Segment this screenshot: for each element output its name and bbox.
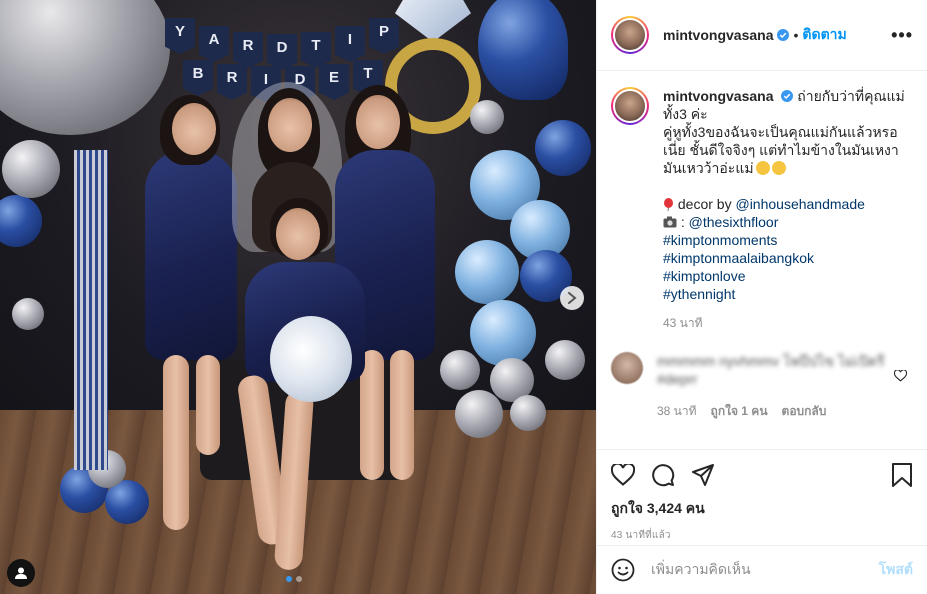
balloon bbox=[470, 300, 536, 366]
person-leg bbox=[390, 350, 414, 480]
author-avatar[interactable] bbox=[611, 16, 649, 54]
emoji-smiley-icon[interactable] bbox=[611, 558, 635, 582]
bookmark-save-icon[interactable] bbox=[891, 463, 913, 487]
comment-like-heart-icon[interactable] bbox=[894, 370, 907, 382]
action-icons bbox=[611, 460, 913, 490]
verified-badge-icon bbox=[781, 90, 794, 102]
hashtag-link[interactable]: #ythennight bbox=[663, 285, 913, 303]
post-timestamp: 43 นาทีที่แล้ว bbox=[611, 530, 671, 541]
post-photo[interactable]: Y A R D T I P B R I D E T bbox=[0, 0, 596, 594]
more-options-icon[interactable]: ••• bbox=[891, 25, 913, 46]
person-face bbox=[172, 103, 216, 155]
banner-flag: R bbox=[217, 64, 247, 100]
bouquet bbox=[270, 316, 352, 402]
balloon bbox=[510, 395, 546, 431]
person-face bbox=[268, 98, 312, 152]
banner-flag: B bbox=[183, 60, 213, 96]
tassel bbox=[74, 150, 108, 470]
comment-timestamp: 38 นาที bbox=[657, 404, 697, 418]
banner: Y A R D T I P B R I D E T bbox=[165, 4, 405, 102]
commenter-avatar[interactable] bbox=[611, 352, 643, 384]
carousel-dot bbox=[296, 576, 302, 582]
grin-emoji-icon bbox=[755, 161, 770, 175]
heart-balloon bbox=[478, 0, 568, 100]
caption-text: ทั้ง3 ค่ะ bbox=[663, 106, 708, 122]
banner-flag: D bbox=[267, 34, 297, 70]
hashtag-link[interactable]: #kimptonlove bbox=[663, 267, 913, 285]
post-comment-button[interactable]: โพสต์ bbox=[879, 559, 913, 581]
banner-flag: Y bbox=[165, 18, 195, 54]
balloon bbox=[545, 340, 585, 380]
follow-button[interactable]: ติดตาม bbox=[802, 24, 846, 46]
comments-area[interactable]: mintvongvasana ถ่ายกับว่าที่คุณแม่ ทั้ง3… bbox=[597, 71, 927, 449]
post-header: mintvongvasana • ติดตาม ••• bbox=[597, 0, 927, 71]
post-actions: ถูกใจ 3,424 คน 43 นาทีที่แล้ว bbox=[597, 449, 927, 543]
hashtag-link[interactable]: #kimptonmoments bbox=[663, 231, 913, 249]
carousel-indicator bbox=[286, 576, 302, 582]
likes-count[interactable]: ถูกใจ 3,424 คน bbox=[611, 498, 913, 520]
balloon bbox=[470, 100, 504, 134]
balloon bbox=[455, 390, 503, 438]
banner-flag: E bbox=[319, 64, 349, 100]
balloon bbox=[455, 240, 519, 304]
comment-bubble-icon[interactable] bbox=[651, 463, 675, 487]
banner-flag: P bbox=[369, 18, 399, 54]
next-photo-button[interactable] bbox=[560, 286, 584, 310]
comment-item: mmmmm nyvhmmv โพปีปไข ไม่เปิดรี #deprr 3… bbox=[611, 352, 913, 420]
post-caption: mintvongvasana ถ่ายกับว่าที่คุณแม่ ทั้ง3… bbox=[611, 87, 913, 332]
chevron-right-icon bbox=[568, 292, 577, 304]
caption-text: ถ่ายกับว่าที่คุณแม่ bbox=[797, 88, 905, 104]
decor-link[interactable]: @inhousehandmade bbox=[735, 196, 864, 212]
balloon bbox=[2, 140, 60, 198]
instagram-post-modal: Y A R D T I P B R I D E T mintvongvasana… bbox=[0, 0, 927, 594]
like-heart-icon[interactable] bbox=[611, 464, 635, 486]
tagged-users-button[interactable] bbox=[7, 559, 35, 587]
caption-username[interactable]: mintvongvasana bbox=[663, 88, 773, 104]
verified-badge-icon bbox=[777, 29, 790, 41]
add-comment-bar: เพิ่มความคิดเห็น โพสต์ bbox=[597, 545, 927, 594]
caption-timestamp: 43 นาที bbox=[663, 316, 703, 330]
caption-text: มันเหวว้าอ่ะแม่ bbox=[663, 160, 754, 176]
balloon-emoji-icon bbox=[664, 198, 673, 212]
camera-link[interactable]: @thesixthfloor bbox=[689, 214, 779, 230]
camera-emoji-icon bbox=[663, 216, 677, 228]
person-face bbox=[356, 95, 400, 149]
person-face bbox=[276, 208, 320, 260]
balloon bbox=[440, 350, 480, 390]
separator-dot: • bbox=[793, 27, 799, 43]
person-leg bbox=[163, 355, 189, 530]
comment-reply-button[interactable]: ตอบกลับ bbox=[782, 402, 827, 420]
sad-emoji-icon bbox=[771, 161, 786, 175]
banner-flag: I bbox=[335, 26, 365, 62]
comment-input[interactable]: เพิ่มความคิดเห็น bbox=[651, 559, 751, 581]
comment-text: mmmmm nyvhmmv โพปีปไข ไม่เปิดรี #deprr bbox=[657, 353, 885, 387]
caption-text: เนี่ย ชั้นดีใจจิงๆ แต่ทำไมข้างในมันเหงา bbox=[663, 142, 899, 158]
balloon bbox=[12, 298, 44, 330]
comment-likes-link[interactable]: ถูกใจ 1 คน bbox=[711, 402, 768, 420]
banner-flag: R bbox=[233, 32, 263, 68]
author-username[interactable]: mintvongvasana bbox=[663, 27, 773, 43]
camera-prefix: : bbox=[680, 214, 689, 230]
hashtag-link[interactable]: #kimptonmaalaibangkok bbox=[663, 249, 913, 267]
user-icon bbox=[15, 567, 27, 579]
decor-prefix: decor by bbox=[677, 196, 736, 212]
carousel-dot-active bbox=[286, 576, 292, 582]
person-robe bbox=[145, 150, 237, 360]
caption-avatar[interactable] bbox=[611, 87, 649, 125]
balloon bbox=[535, 120, 591, 176]
caption-text: คู่หูทั้ง3ของฉันจะเป็นคุณแม่กันแล้วหรอ bbox=[663, 124, 898, 140]
post-side-panel: mintvongvasana • ติดตาม ••• mintvongvasa… bbox=[596, 0, 927, 594]
banner-flag: A bbox=[199, 26, 229, 62]
banner-flag: T bbox=[301, 32, 331, 68]
share-paper-plane-icon[interactable] bbox=[691, 463, 715, 487]
person-leg bbox=[196, 355, 220, 455]
